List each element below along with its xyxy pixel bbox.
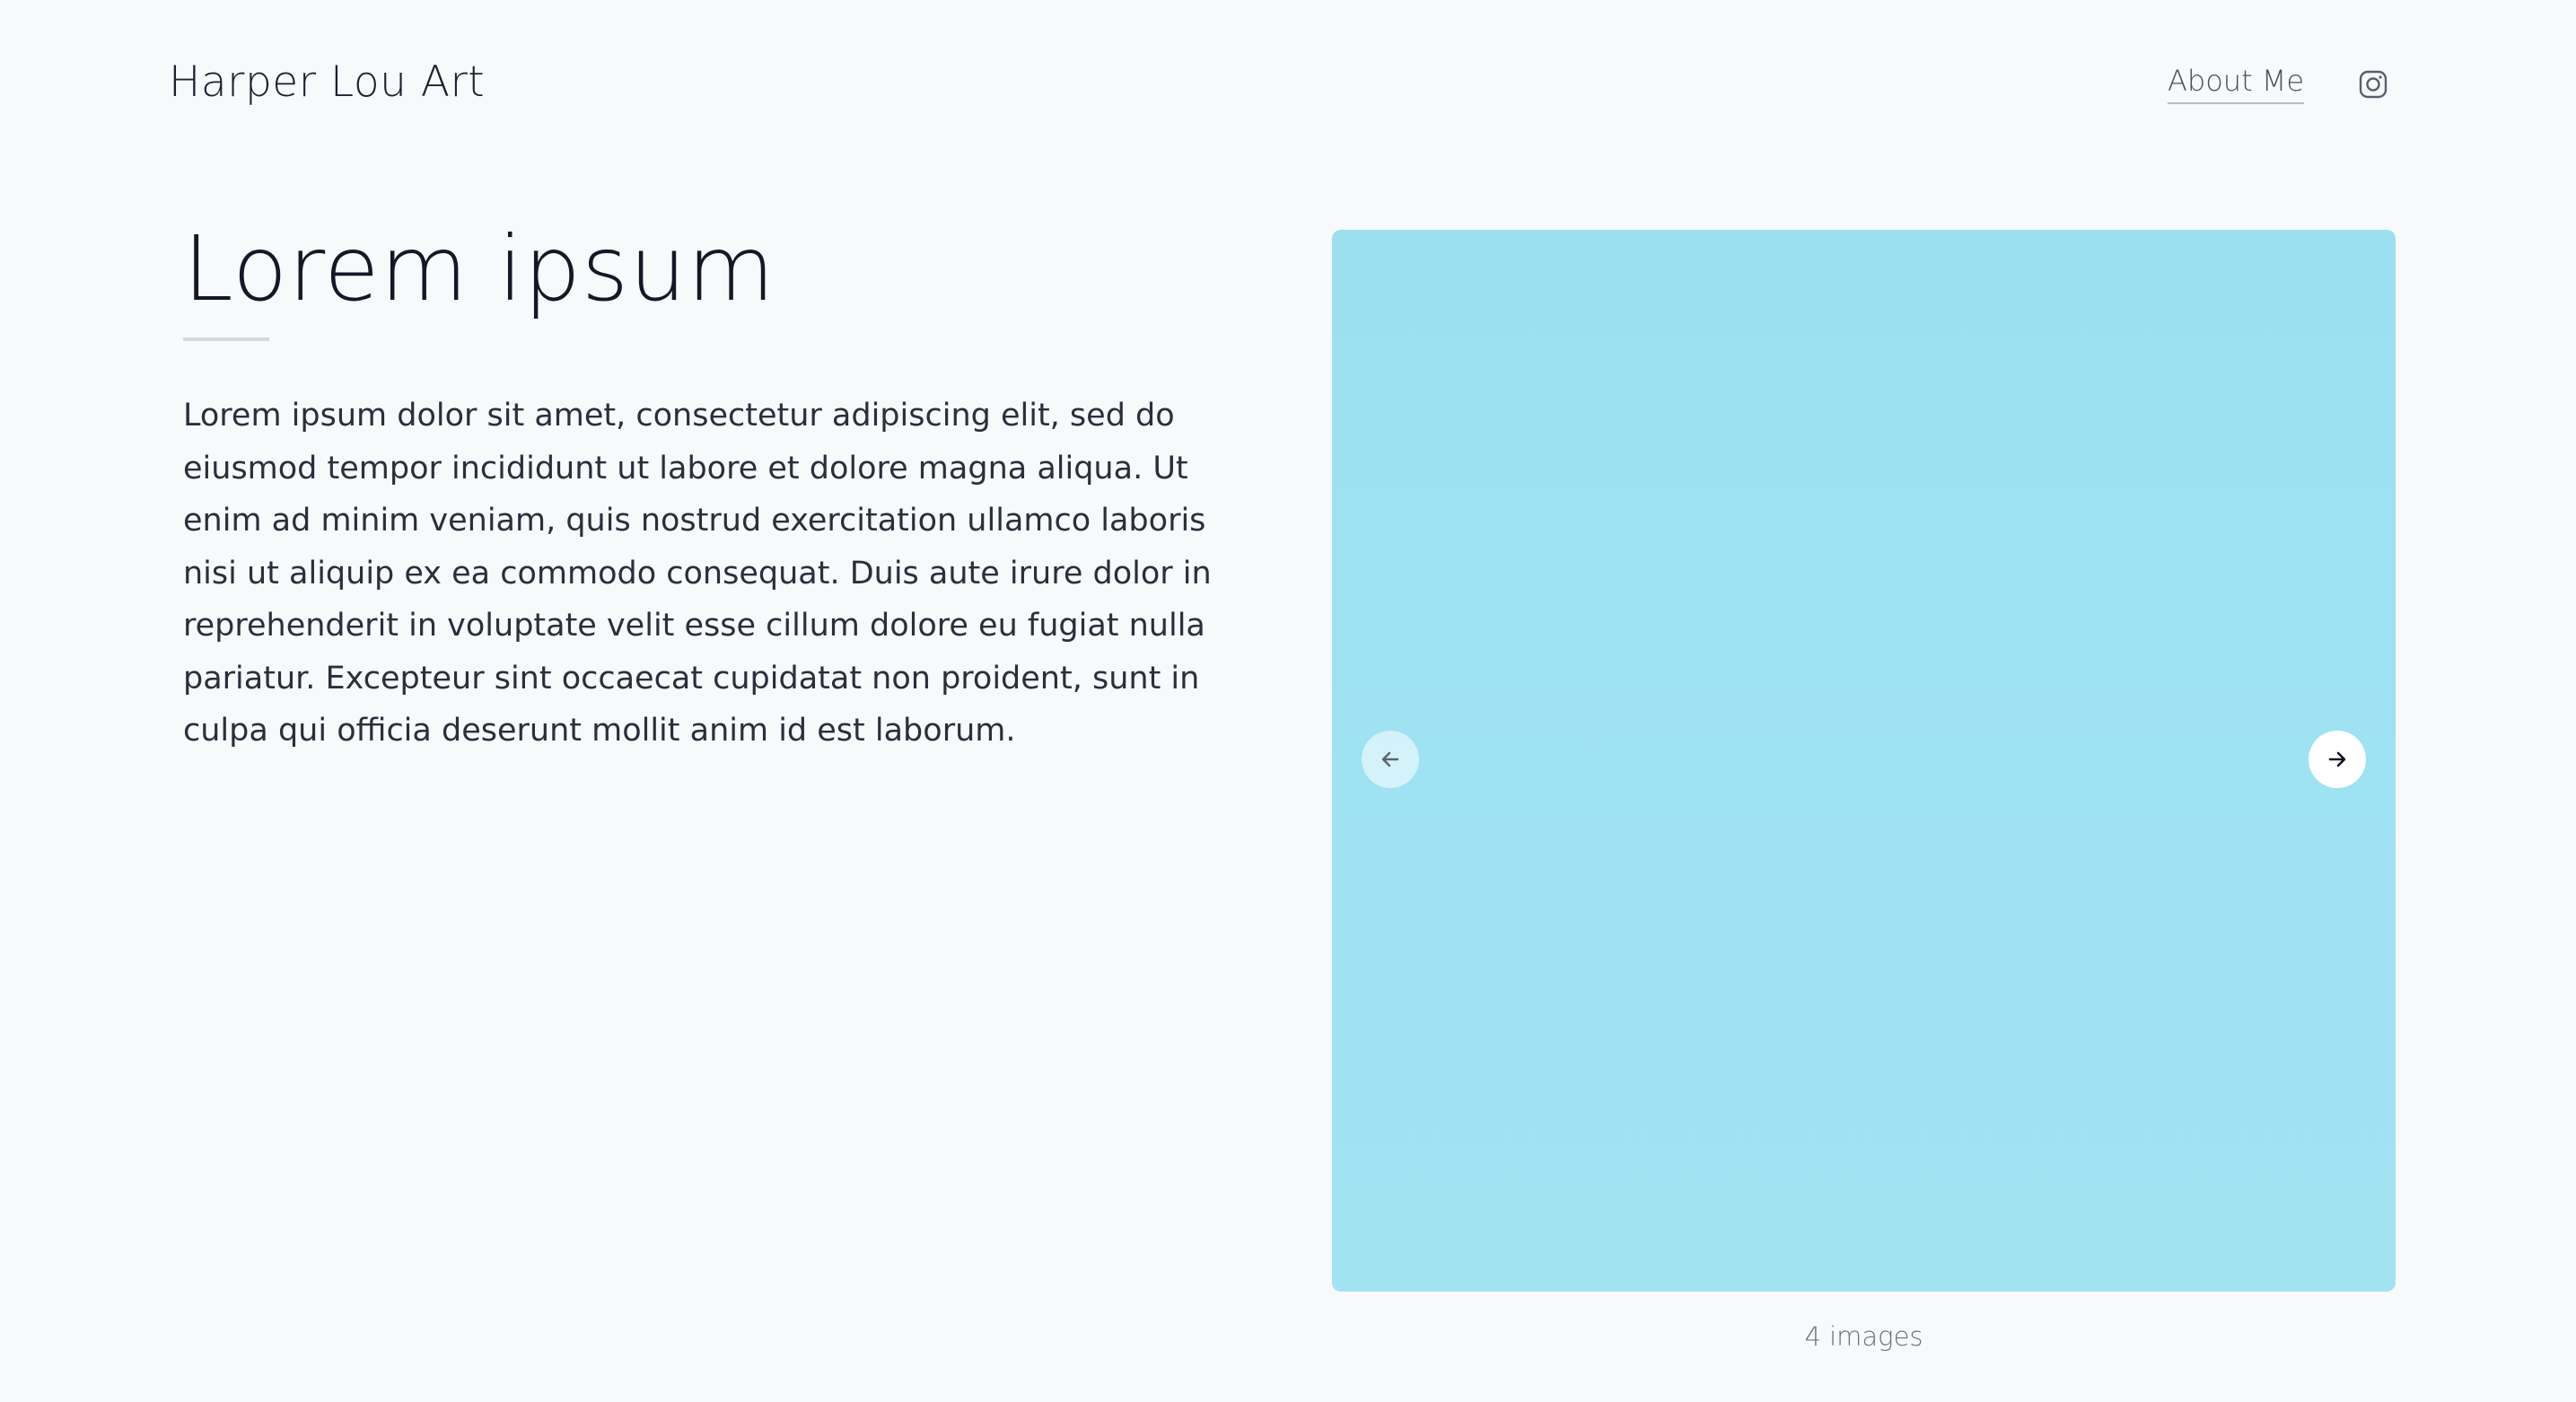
instagram-link[interactable] <box>2358 69 2388 100</box>
about-me-link[interactable]: About Me <box>2168 65 2305 105</box>
site-header: Harper Lou Art About Me <box>0 0 2576 171</box>
instagram-icon <box>2359 70 2388 99</box>
intro-section: Lorem ipsum Lorem ipsum dolor sit amet, … <box>183 215 1260 758</box>
arrow-left-icon <box>1381 751 1399 767</box>
image-gallery[interactable] <box>1332 230 2396 1292</box>
page-title: Lorem ipsum <box>183 216 775 321</box>
gallery-next-button[interactable] <box>2309 731 2366 788</box>
site-title[interactable]: Harper Lou Art <box>169 57 485 107</box>
body-text: Lorem ipsum dolor sit amet, consectetur … <box>183 398 1212 749</box>
gallery-image-count: 4 images <box>1804 1321 1923 1352</box>
gallery-prev-button[interactable] <box>1362 731 1419 788</box>
title-divider <box>183 337 269 341</box>
arrow-right-icon <box>2328 751 2346 767</box>
